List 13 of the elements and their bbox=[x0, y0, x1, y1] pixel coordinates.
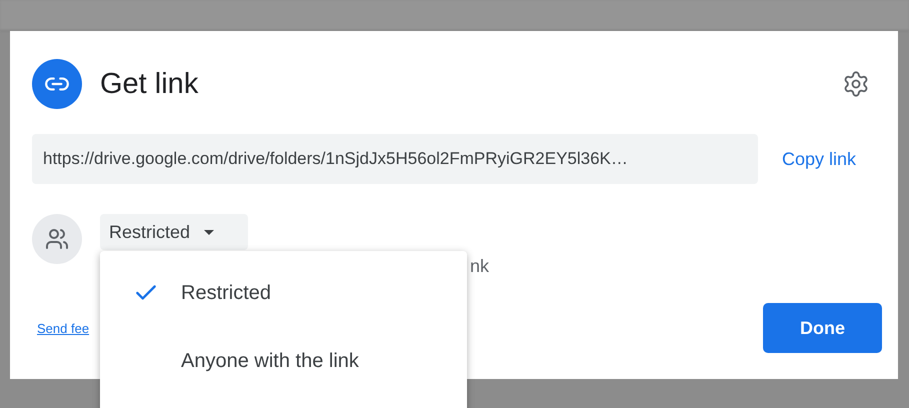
dialog-title: Get link bbox=[100, 68, 200, 100]
settings-icon[interactable] bbox=[842, 70, 870, 98]
send-feedback-link[interactable]: Send fee bbox=[37, 320, 90, 336]
done-button[interactable]: Done bbox=[763, 303, 882, 353]
caret-icon bbox=[204, 230, 214, 234]
people-icon bbox=[32, 214, 82, 264]
copy-link-button[interactable]: Copy link bbox=[772, 144, 866, 174]
access-description: nk bbox=[470, 256, 490, 277]
menu-item[interactable]: Restricted bbox=[100, 259, 467, 327]
access-dropdown[interactable]: Restricted bbox=[100, 214, 248, 250]
link-icon bbox=[32, 59, 82, 109]
url-field[interactable]: https://drive.google.com/drive/folders/1nSjdJx5H56ol2FmPRyiGR2EY5l36K… bbox=[32, 134, 758, 184]
menu-item[interactable]: Anyone with the link bbox=[100, 327, 467, 395]
